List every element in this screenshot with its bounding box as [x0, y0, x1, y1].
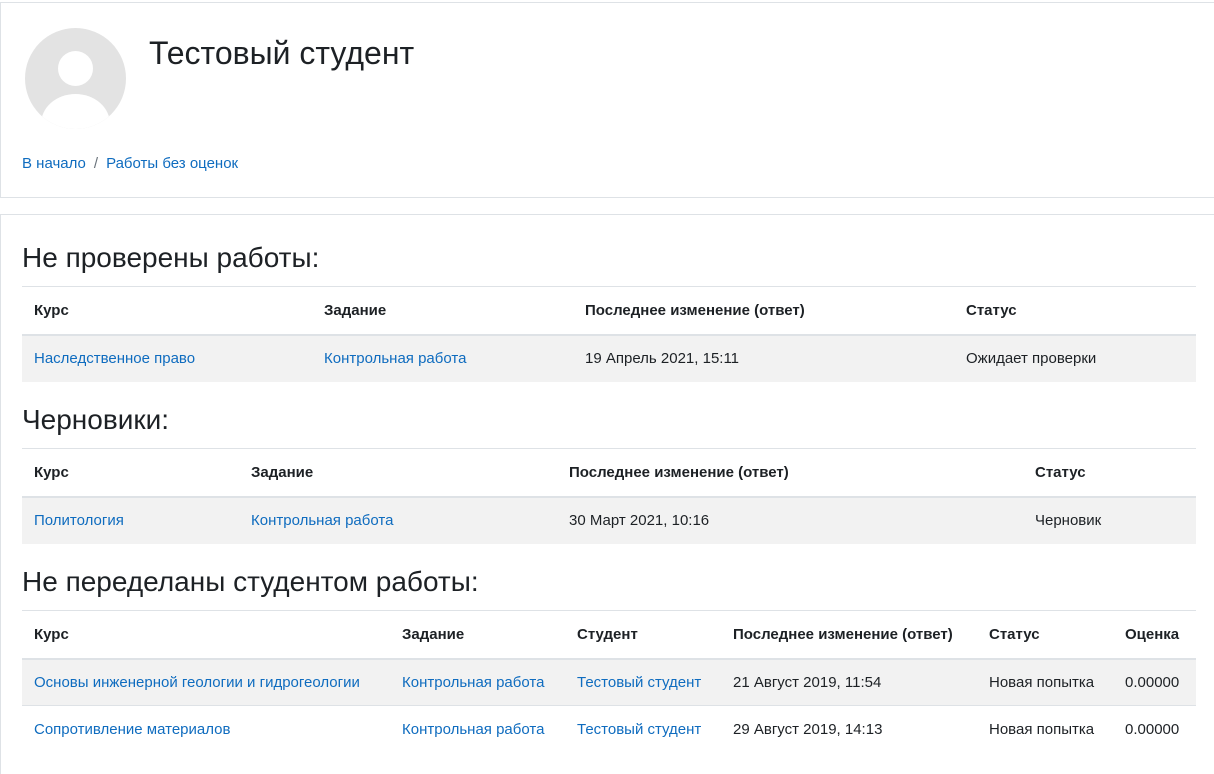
- main-content: Не проверены работы: Курс Задание Послед…: [0, 214, 1214, 774]
- column-header-grade[interactable]: Оценка: [1113, 610, 1196, 660]
- table-header-row: Курс Задание Последнее изменение (ответ)…: [22, 448, 1196, 498]
- course-link[interactable]: Наследственное право: [34, 350, 195, 367]
- student-link[interactable]: Тестовый студент: [577, 721, 701, 738]
- modified-date: 30 Март 2021, 10:16: [557, 496, 1023, 544]
- section-title-not-redone: Не переделаны студентом работы:: [22, 566, 479, 597]
- breadcrumb-current-link[interactable]: Работы без оценок: [106, 153, 238, 175]
- status-text: Черновик: [1023, 496, 1196, 544]
- page-title: Тестовый студент: [149, 35, 415, 71]
- table-header-row: Курс Задание Последнее изменение (ответ)…: [22, 286, 1196, 336]
- table-row: Наследственное право Контрольная работа …: [22, 334, 1196, 382]
- unchecked-table: Курс Задание Последнее изменение (ответ)…: [22, 286, 1196, 382]
- table-header-row: Курс Задание Студент Последнее изменение…: [22, 610, 1196, 660]
- drafts-table: Курс Задание Последнее изменение (ответ)…: [22, 448, 1196, 544]
- modified-date: 19 Апрель 2021, 15:11: [573, 334, 954, 382]
- table-row: Сопротивление материалов Контрольная раб…: [22, 705, 1196, 753]
- status-text: Ожидает проверки: [954, 334, 1196, 382]
- grade-value: 0.00000: [1113, 658, 1196, 706]
- column-header-modified[interactable]: Последнее изменение (ответ): [721, 610, 977, 660]
- status-text: Новая попытка: [977, 658, 1113, 706]
- column-header-status[interactable]: Статус: [954, 286, 1196, 336]
- column-header-assignment[interactable]: Задание: [312, 286, 573, 336]
- course-link[interactable]: Политология: [34, 512, 124, 529]
- assignment-link[interactable]: Контрольная работа: [402, 674, 544, 691]
- avatar-head-shape: [58, 51, 93, 86]
- column-header-course[interactable]: Курс: [22, 610, 390, 660]
- column-header-course[interactable]: Курс: [22, 286, 312, 336]
- modified-date: 21 Август 2019, 11:54: [721, 658, 977, 706]
- section-title-unchecked: Не проверены работы:: [22, 242, 320, 273]
- column-header-assignment[interactable]: Задание: [390, 610, 565, 660]
- course-link[interactable]: Сопротивление материалов: [34, 721, 230, 738]
- breadcrumb-separator: /: [93, 155, 99, 172]
- page-header: Тестовый студент В начало / Работы без о…: [0, 2, 1214, 198]
- column-header-student[interactable]: Студент: [565, 610, 721, 660]
- column-header-status[interactable]: Статус: [1023, 448, 1196, 498]
- column-header-assignment[interactable]: Задание: [239, 448, 557, 498]
- section-title-drafts: Черновики:: [22, 404, 170, 435]
- column-header-status[interactable]: Статус: [977, 610, 1113, 660]
- status-text: Новая попытка: [977, 705, 1113, 753]
- not-redone-table: Курс Задание Студент Последнее изменение…: [22, 610, 1196, 753]
- assignment-link[interactable]: Контрольная работа: [402, 721, 544, 738]
- table-row: Политология Контрольная работа 30 Март 2…: [22, 496, 1196, 544]
- student-link[interactable]: Тестовый студент: [577, 674, 701, 691]
- breadcrumb-home-link[interactable]: В начало: [22, 153, 86, 175]
- modified-date: 29 Август 2019, 14:13: [721, 705, 977, 753]
- user-avatar[interactable]: [25, 28, 126, 129]
- assignment-link[interactable]: Контрольная работа: [251, 512, 393, 529]
- assignment-link[interactable]: Контрольная работа: [324, 350, 466, 367]
- breadcrumb: В начало / Работы без оценок: [22, 153, 238, 175]
- column-header-course[interactable]: Курс: [22, 448, 239, 498]
- table-row: Основы инженерной геологии и гидрогеолог…: [22, 658, 1196, 706]
- avatar-body-shape: [41, 94, 110, 129]
- column-header-modified[interactable]: Последнее изменение (ответ): [573, 286, 954, 336]
- grade-value: 0.00000: [1113, 705, 1196, 753]
- column-header-modified[interactable]: Последнее изменение (ответ): [557, 448, 1023, 498]
- course-link[interactable]: Основы инженерной геологии и гидрогеолог…: [34, 674, 360, 691]
